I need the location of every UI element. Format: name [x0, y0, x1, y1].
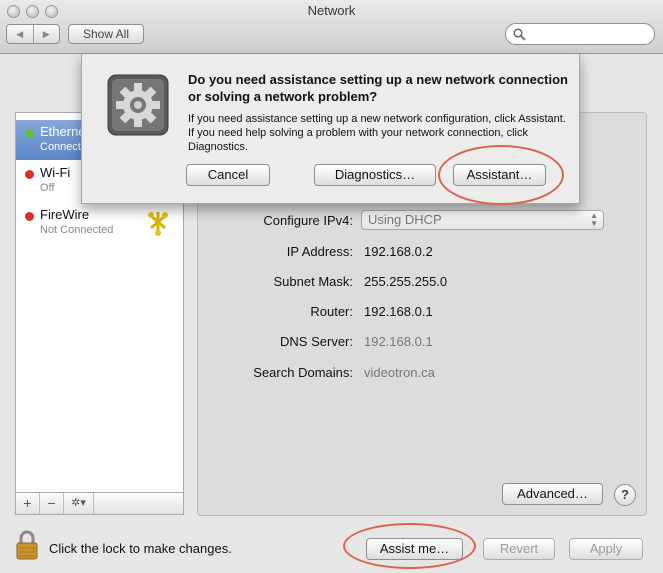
- router-value: 192.168.0.1: [364, 304, 433, 319]
- dialog-headline: Do you need assistance setting up a new …: [188, 72, 568, 104]
- dns-server-row: DNS Server: 192.168.0.1: [198, 332, 648, 352]
- ip-address-label: IP Address:: [286, 244, 353, 259]
- system-preferences-gear-icon: [107, 74, 169, 136]
- lock-icon[interactable]: [14, 529, 40, 561]
- show-all-button[interactable]: Show All: [68, 24, 144, 44]
- firewire-icon: [148, 212, 168, 236]
- search-domains-row: Search Domains: videotron.ca: [198, 363, 648, 383]
- window-title: Network: [307, 3, 356, 18]
- subnet-mask-label: Subnet Mask:: [273, 274, 354, 289]
- cancel-button[interactable]: Cancel: [186, 164, 270, 186]
- configure-ipv4-value: Using DHCP: [368, 212, 442, 227]
- service-name: FireWire: [40, 207, 90, 222]
- dns-server-label: DNS Server:: [280, 334, 353, 349]
- ip-address-value: 192.168.0.2: [364, 244, 433, 259]
- configure-ipv4-row: Configure IPv4: Using DHCP ▲ ▼: [198, 210, 648, 231]
- lock-message: Click the lock to make changes.: [49, 541, 232, 556]
- assistant-callout-ellipse: [438, 145, 564, 205]
- window-titlebar: Network ◀ ▶ Show All: [0, 0, 663, 54]
- advanced-button[interactable]: Advanced…: [502, 483, 603, 505]
- service-item-firewire[interactable]: FireWire Not Connected: [16, 203, 183, 243]
- status-dot-connected: [25, 129, 34, 138]
- service-name: Wi-Fi: [40, 165, 71, 180]
- updown-arrows-icon: ▲ ▼: [590, 211, 598, 228]
- router-row: Router: 192.168.0.1: [198, 302, 648, 322]
- status-dot-not-connected: [25, 212, 34, 221]
- search-icon: [513, 28, 526, 41]
- subnet-mask-row: Subnet Mask: 255.255.255.0: [198, 272, 648, 292]
- dns-server-value: 192.168.0.1: [364, 334, 433, 349]
- service-status: Not Connected: [40, 224, 114, 236]
- configure-ipv4-popup[interactable]: Using DHCP ▲ ▼: [361, 210, 604, 230]
- search-field[interactable]: [505, 23, 655, 45]
- configure-ipv4-label: Configure IPv4:: [263, 213, 353, 228]
- service-list-toolbar: + − ✲▾: [15, 493, 184, 515]
- remove-service-button[interactable]: −: [40, 493, 64, 514]
- diagnostics-button[interactable]: Diagnostics…: [314, 164, 436, 186]
- forward-button[interactable]: ▶: [32, 25, 60, 43]
- router-label: Router:: [310, 304, 353, 319]
- apply-button[interactable]: Apply: [569, 538, 643, 560]
- back-forward-control: ◀ ▶: [6, 24, 60, 44]
- status-dot-off: [25, 170, 34, 179]
- search-domains-value: videotron.ca: [364, 365, 435, 380]
- help-button[interactable]: ?: [614, 484, 636, 506]
- subnet-mask-value: 255.255.255.0: [364, 274, 448, 289]
- service-status: Off: [40, 182, 55, 194]
- back-button[interactable]: ◀: [7, 25, 33, 43]
- service-action-menu-button[interactable]: ✲▾: [64, 493, 94, 514]
- ip-address-row: IP Address: 192.168.0.2: [198, 242, 648, 262]
- search-domains-label: Search Domains:: [253, 365, 353, 380]
- assist-me-callout-ellipse: [343, 523, 476, 569]
- add-service-button[interactable]: +: [16, 493, 40, 514]
- revert-button[interactable]: Revert: [483, 538, 555, 560]
